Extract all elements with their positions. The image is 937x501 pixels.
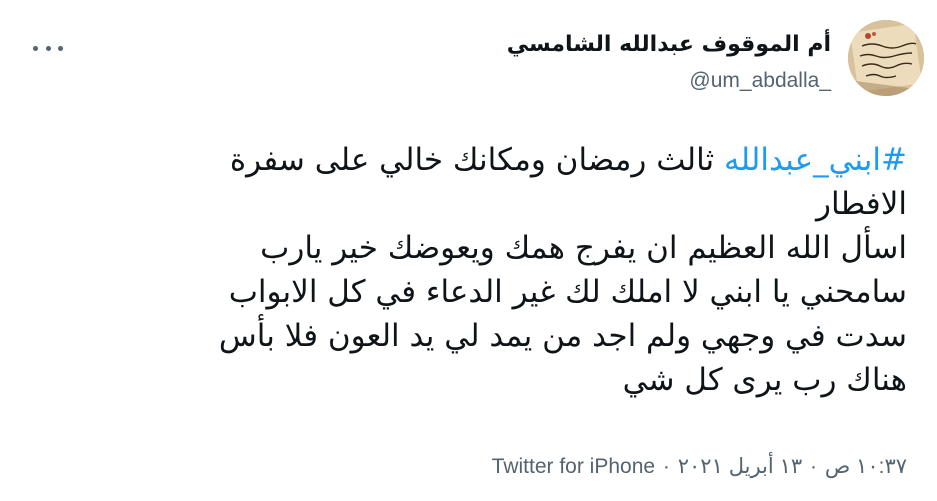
tweet-line-6: هناك رب يرى كل شي	[622, 362, 907, 398]
tweet-date[interactable]: ١٣ أبريل ٢٠٢١	[678, 455, 802, 478]
avatar-photo-icon	[848, 20, 924, 96]
tweet-metadata: ١٠:٣٧ ص · ١٣ أبريل ٢٠٢١ · Twitter for iP…	[492, 452, 907, 482]
tweet-line-2: الافطار	[816, 186, 907, 222]
tweet-card: أم الموقوف عبدالله الشامسي @um_abdalla_ …	[0, 0, 937, 501]
meta-separator: ·	[809, 455, 817, 478]
avatar[interactable]	[848, 20, 924, 96]
tweet-text: #ابني_عبدالله ثالث رمضان ومكانك خالي على…	[27, 138, 907, 402]
tweet-line-3: اسأل الله العظيم ان يفرج همك ويعوضك خير …	[260, 230, 907, 266]
more-horizontal-icon	[45, 45, 51, 51]
author-display-name[interactable]: أم الموقوف عبدالله الشامسي	[507, 30, 831, 60]
meta-separator: ·	[662, 455, 670, 478]
hashtag-link[interactable]: #ابني_عبدالله	[724, 142, 907, 178]
tweet-line-1: #ابني_عبدالله ثالث رمضان ومكانك خالي على…	[27, 138, 907, 182]
more-horizontal-icon	[58, 45, 63, 51]
tweet-time[interactable]: ١٠:٣٧ ص	[825, 455, 907, 478]
author-block: أم الموقوف عبدالله الشامسي @um_abdalla_	[507, 30, 831, 95]
more-horizontal-icon	[33, 45, 38, 51]
tweet-line-1-text: ثالث رمضان ومكانك خالي على سفرة	[229, 142, 725, 178]
author-handle[interactable]: @um_abdalla_	[507, 67, 831, 95]
tweet-source[interactable]: Twitter for iPhone	[492, 455, 655, 478]
tweet-line-5: سدت في وجهي ولم اجد من يمد لي يد العون ف…	[218, 318, 907, 354]
more-options-button[interactable]	[33, 38, 63, 58]
tweet-line-4: سامحني يا ابني لا املك لك غير الدعاء في …	[228, 274, 907, 310]
